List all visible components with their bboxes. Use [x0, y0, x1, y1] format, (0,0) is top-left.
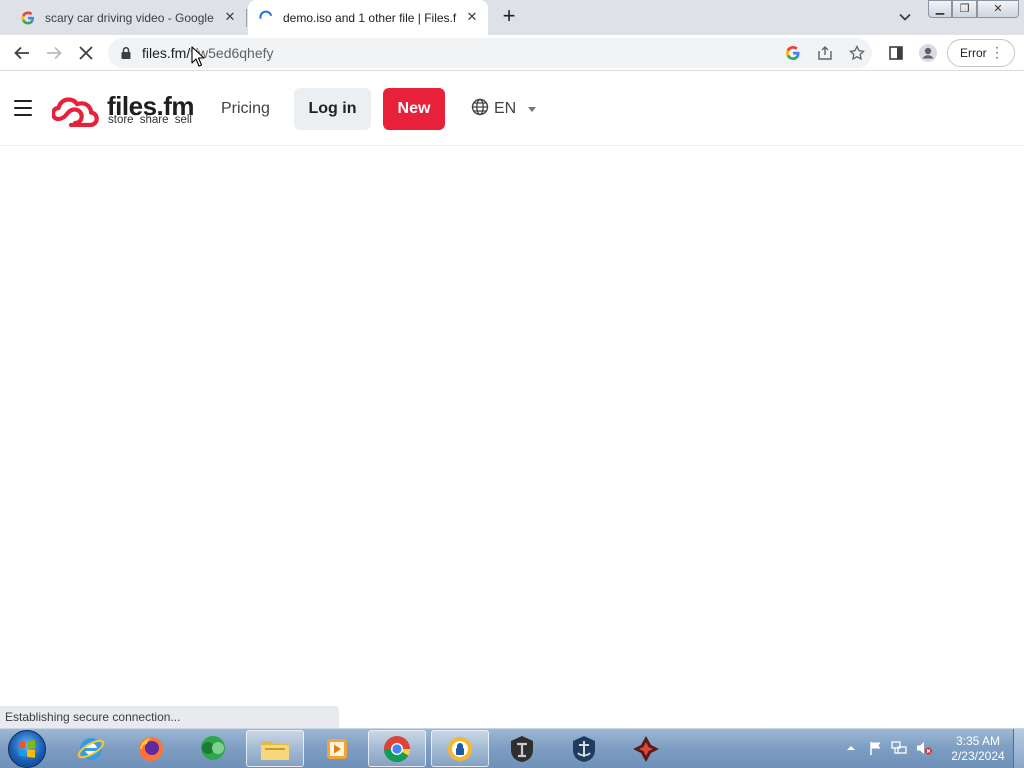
new-button[interactable]: New — [383, 88, 445, 130]
tab-close-icon[interactable]: ✕ — [464, 9, 480, 25]
close-window-button[interactable]: ✕ — [977, 0, 1019, 18]
globe-icon — [471, 98, 489, 121]
share-icon[interactable] — [817, 45, 833, 61]
tab-title: scary car driving video - Google — [45, 10, 214, 25]
browser-window: scary car driving video - Google ✕ demo.… — [0, 0, 1024, 768]
nav-pricing-link[interactable]: Pricing — [221, 100, 270, 118]
site-header: files.fm store share sell Pricing Log in… — [0, 72, 1024, 146]
login-button[interactable]: Log in — [294, 88, 371, 130]
mouse-cursor-icon — [191, 46, 205, 67]
files-fm-logo[interactable]: files.fm store share sell — [52, 91, 202, 131]
error-label: Error — [960, 46, 987, 60]
clock-time: 3:35 AM — [955, 734, 1001, 748]
new-tab-icon[interactable]: + — [497, 5, 521, 29]
tab-title: demo.iso and 1 other file | Files.fm — [283, 10, 457, 25]
loading-spinner-icon — [258, 10, 274, 26]
error-menu-button[interactable]: Error ⋮ — [947, 39, 1015, 67]
tab-strip: scary car driving video - Google ✕ demo.… — [0, 0, 1024, 35]
show-desktop-button[interactable] — [1013, 729, 1024, 768]
google-g-icon — [20, 10, 36, 26]
show-hidden-icons-chevron-icon[interactable] — [846, 743, 856, 753]
chat-app-icon[interactable] — [184, 730, 242, 767]
restore-button[interactable]: ❐ — [952, 0, 977, 18]
vpn-app-icon[interactable] — [431, 730, 489, 767]
firefox-icon[interactable] — [122, 730, 180, 767]
start-button[interactable] — [8, 730, 46, 768]
internet-explorer-icon[interactable] — [62, 730, 120, 767]
game-app-icon[interactable] — [617, 730, 675, 767]
side-panel-icon[interactable] — [884, 41, 908, 65]
url-host: files.fm/ — [142, 45, 191, 61]
windows-logo-icon — [19, 740, 35, 758]
browser-toolbar: files.fm/f/w5ed6qhefy Error ⋮ — [0, 35, 1024, 71]
tab-search-chevron-icon[interactable] — [896, 8, 914, 26]
action-center-flag-icon[interactable] — [868, 740, 884, 756]
menu-hamburger-icon[interactable] — [14, 100, 32, 116]
world-of-warships-icon[interactable] — [555, 730, 613, 767]
system-clock[interactable]: 3:35 AM 2/23/2024 — [938, 734, 1018, 764]
address-bar[interactable]: files.fm/f/w5ed6qhefy — [108, 38, 872, 68]
volume-muted-icon[interactable] — [915, 740, 933, 756]
forward-arrow-icon[interactable] — [42, 41, 66, 65]
chevron-down-icon — [528, 106, 537, 112]
more-options-icon[interactable]: ⋮ — [990, 45, 1004, 59]
language-label: EN — [494, 100, 517, 117]
url-text[interactable]: files.fm/f/w5ed6qhefy — [142, 45, 274, 61]
status-bubble: Establishing secure connection... — [0, 706, 339, 728]
network-icon[interactable] — [891, 740, 907, 756]
bookmark-star-icon[interactable] — [849, 44, 865, 61]
back-arrow-icon[interactable] — [10, 41, 34, 65]
profile-avatar-icon[interactable] — [916, 41, 940, 65]
stop-loading-icon[interactable] — [74, 41, 98, 65]
tab-files-fm[interactable]: demo.iso and 1 other file | Files.fm ✕ — [248, 0, 488, 35]
windows-taskbar: 3:35 AM 2/23/2024 — [0, 728, 1024, 768]
tab-google-search[interactable]: scary car driving video - Google ✕ — [0, 0, 246, 35]
chrome-icon[interactable] — [368, 730, 426, 767]
google-lens-icon[interactable] — [785, 45, 801, 61]
cloud-logo-icon — [52, 97, 99, 127]
tab-close-icon[interactable]: ✕ — [222, 9, 238, 25]
world-of-tanks-icon[interactable] — [493, 730, 551, 767]
minimize-button[interactable]: ▁ — [928, 0, 952, 18]
media-player-icon[interactable] — [308, 730, 366, 767]
tab-separator — [246, 9, 247, 27]
file-explorer-icon[interactable] — [246, 730, 304, 767]
logo-tagline: store share sell — [108, 114, 192, 126]
language-selector[interactable]: EN — [471, 98, 537, 121]
clock-date: 2/23/2024 — [951, 749, 1005, 763]
lock-icon[interactable] — [120, 46, 132, 65]
